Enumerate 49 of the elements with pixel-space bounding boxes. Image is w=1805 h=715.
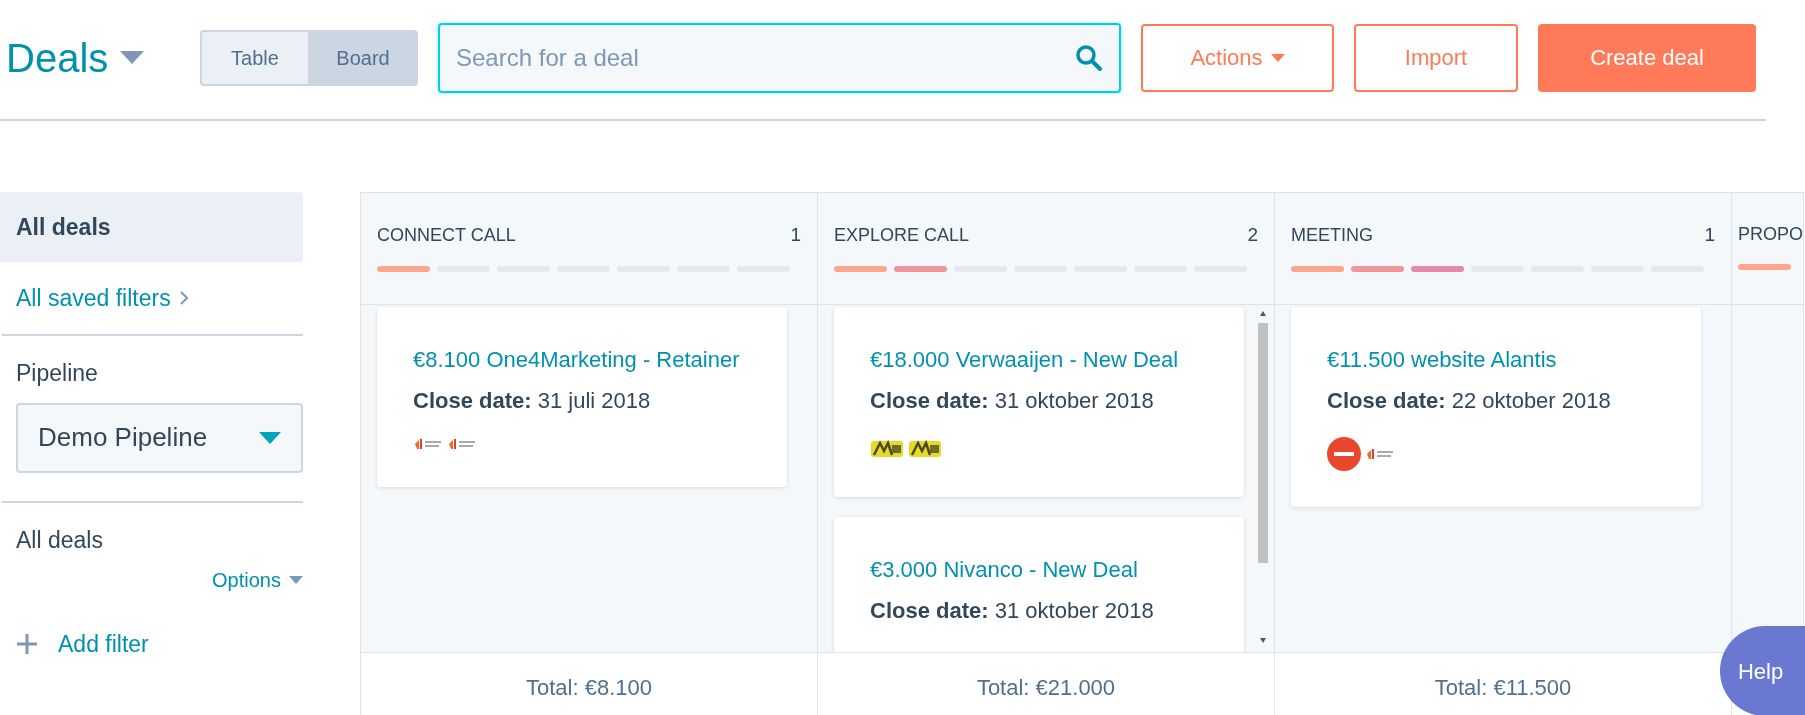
column-total: Total: €11.500 [1434,674,1572,702]
deal-count: 1 [1704,223,1715,247]
caret-icon [259,431,281,444]
search-input[interactable]: Search for a deal [456,39,1075,76]
search-icon [1075,43,1103,72]
company-logo-icon [1327,437,1361,471]
deal-card[interactable]: €3.000 Nivanco - New Deal Close date: 31 oktober 2018 [834,517,1244,652]
caret-icon [289,576,303,584]
company-logo-icon [1365,447,1395,461]
deal-count: 2 [1247,223,1258,247]
chevron-right-icon [178,290,189,306]
page-title-dropdown[interactable]: Deals [0,27,200,88]
add-filter-link[interactable]: Add filter [0,627,303,662]
deal-count: 1 [790,223,801,247]
caret-icon [1270,53,1285,62]
close-date: Close date: 31 juli 2018 [413,387,652,415]
view-toggle-tab[interactable]: Board [308,29,418,86]
close-date: Close date: 31 oktober 2018 [870,387,1155,415]
caret-icon [120,50,145,65]
stage-title: CONNECT CALL [377,223,516,247]
search-field[interactable]: Search for a deal [438,22,1121,93]
view-item[interactable]: All deals [0,192,303,262]
stage-title: PROPO [1738,223,1803,246]
scrollbar[interactable] [1256,309,1270,645]
deal-title[interactable]: €18.000 Verwaaijen - New Deal [870,339,1208,381]
view-toggle-tab[interactable]: Table [200,29,310,86]
deal-title[interactable]: €8.100 One4Marketing - Retainer [413,339,751,381]
deal-title[interactable]: €3.000 Nivanco - New Deal [870,549,1208,591]
deal-card[interactable]: €18.000 Verwaaijen - New Deal Close date: 31 oktober 2018 [834,307,1244,497]
plus-icon [16,633,38,656]
pipeline-label: Pipeline [15,359,99,388]
close-date: Close date: 31 oktober 2018 [870,597,1155,625]
dropdown-button[interactable]: Actions [1141,23,1334,92]
company-logo-icon [413,437,443,451]
create-button[interactable]: Create deal [1538,23,1756,92]
deal-title[interactable]: €11.500 website Alantis [1327,339,1665,381]
stage-title: EXPLORE CALL [834,223,970,247]
filter-title: All deals [15,525,104,555]
options-dropdown[interactable]: Options [212,565,303,595]
column-total: Total: €21.000 [976,674,1116,702]
deal-card[interactable]: €8.100 One4Marketing - Retainer Close date: 31 juli 2018 [377,307,787,487]
close-date: Close date: 22 oktober 2018 [1327,387,1612,415]
import-button[interactable]: Import [1354,23,1518,92]
deal-card[interactable]: €11.500 website Alantis Close date: 22 oktober 2018 [1291,307,1701,507]
company-logo-icon [447,437,477,451]
column-total: Total: €8.100 [526,674,652,702]
saved-filters-link[interactable]: All saved filters [0,262,303,334]
pipeline-select[interactable]: Demo Pipeline [16,402,303,473]
stage-title: MEETING [1291,223,1373,247]
